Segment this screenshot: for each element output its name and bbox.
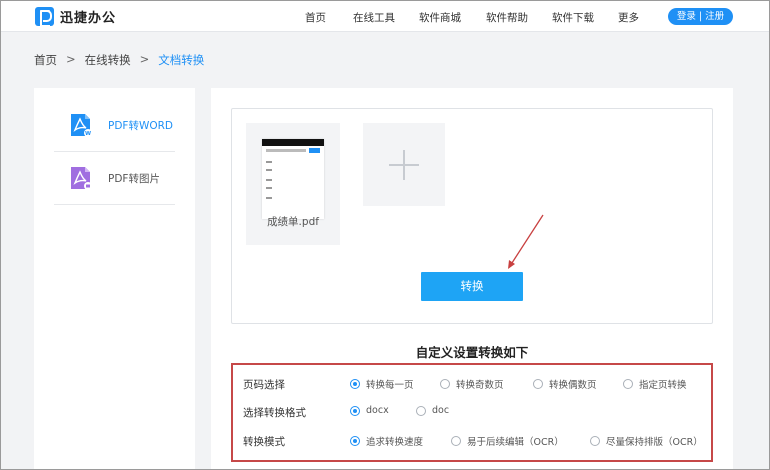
add-file-button[interactable] [363,123,445,206]
breadcrumb-separator: > [66,52,76,66]
option-convert-even-pages[interactable]: 转换偶数页 [533,377,597,391]
login-register-button[interactable]: 登录 | 注册 [668,8,733,25]
breadcrumb-current: 文档转换 [158,53,205,67]
option-convert-specified-pages[interactable]: 指定页转换 [623,377,687,391]
sidebar-item-pdf-to-image[interactable]: PDF转图片 [54,152,175,205]
nav-online-tools[interactable]: 在线工具 [353,10,395,25]
pdf-to-image-icon [71,167,92,190]
option-format-docx[interactable]: docx [350,405,389,416]
option-mode-editable-ocr[interactable]: 易于后续编辑（OCR） [451,434,564,448]
option-convert-odd-pages[interactable]: 转换奇数页 [440,377,504,391]
breadcrumb: 首页 > 在线转换 > 文档转换 [34,52,213,68]
page-select-label: 页码选择 [243,379,285,391]
nav-home[interactable]: 首页 [305,10,326,25]
radio-icon [440,379,450,389]
brand-name: 迅捷办公 [60,11,117,26]
sidebar-item-label: PDF转图片 [108,173,160,185]
file-card[interactable]: 成绩单.pdf [246,123,340,245]
file-name: 成绩单.pdf [267,216,319,228]
upload-area: 成绩单.pdf 转换 [231,108,713,324]
radio-icon [416,405,426,416]
radio-icon [350,436,360,446]
settings-title: 自定义设置转换如下 [415,345,529,360]
radio-icon [533,379,543,389]
nav-more[interactable]: 更多 [618,10,639,25]
top-header: 迅捷办公 首页 在线工具 软件商城 软件帮助 软件下载 更多 登录 | 注册 [1,1,769,32]
radio-icon [350,379,360,389]
settings-box: 页码选择 转换每一页 转换奇数页 转换偶数页 指定页转换 选择转换格式 docx… [231,363,713,462]
sidebar-item-label: PDF转WORD [108,120,173,132]
pdf-to-word-icon: W [71,114,92,137]
breadcrumb-separator: > [139,52,150,66]
logo-mark-icon [35,7,54,27]
option-convert-every-page[interactable]: 转换每一页 [350,377,414,391]
convert-button[interactable]: 转换 [421,272,523,301]
mode-label: 转换模式 [243,436,285,448]
breadcrumb-home[interactable]: 首页 [34,52,57,68]
breadcrumb-online-convert[interactable]: 在线转换 [85,52,131,68]
brand-logo[interactable]: 迅捷办公 [35,7,117,27]
nav-software-store[interactable]: 软件商城 [419,10,461,25]
option-mode-keep-layout-ocr[interactable]: 尽量保持排版（OCR） [590,434,703,448]
radio-icon [623,379,633,389]
nav-software-download[interactable]: 软件下载 [552,10,594,25]
file-thumbnail [262,139,324,219]
radio-icon [590,436,600,446]
option-mode-speed[interactable]: 追求转换速度 [350,434,423,448]
sidebar-item-pdf-to-word[interactable]: W PDF转WORD [54,99,175,152]
sidebar: W PDF转WORD PDF转图片 [34,88,195,470]
radio-icon [451,436,461,446]
option-format-doc[interactable]: doc [416,405,449,416]
format-label: 选择转换格式 [243,407,306,419]
main-panel: 成绩单.pdf 转换 自定义设置转换如下 页码选择 转换每一页 转换奇数页 转换… [211,88,733,470]
svg-text:W: W [85,131,91,137]
radio-icon [350,405,360,416]
nav-software-help[interactable]: 软件帮助 [486,10,528,25]
